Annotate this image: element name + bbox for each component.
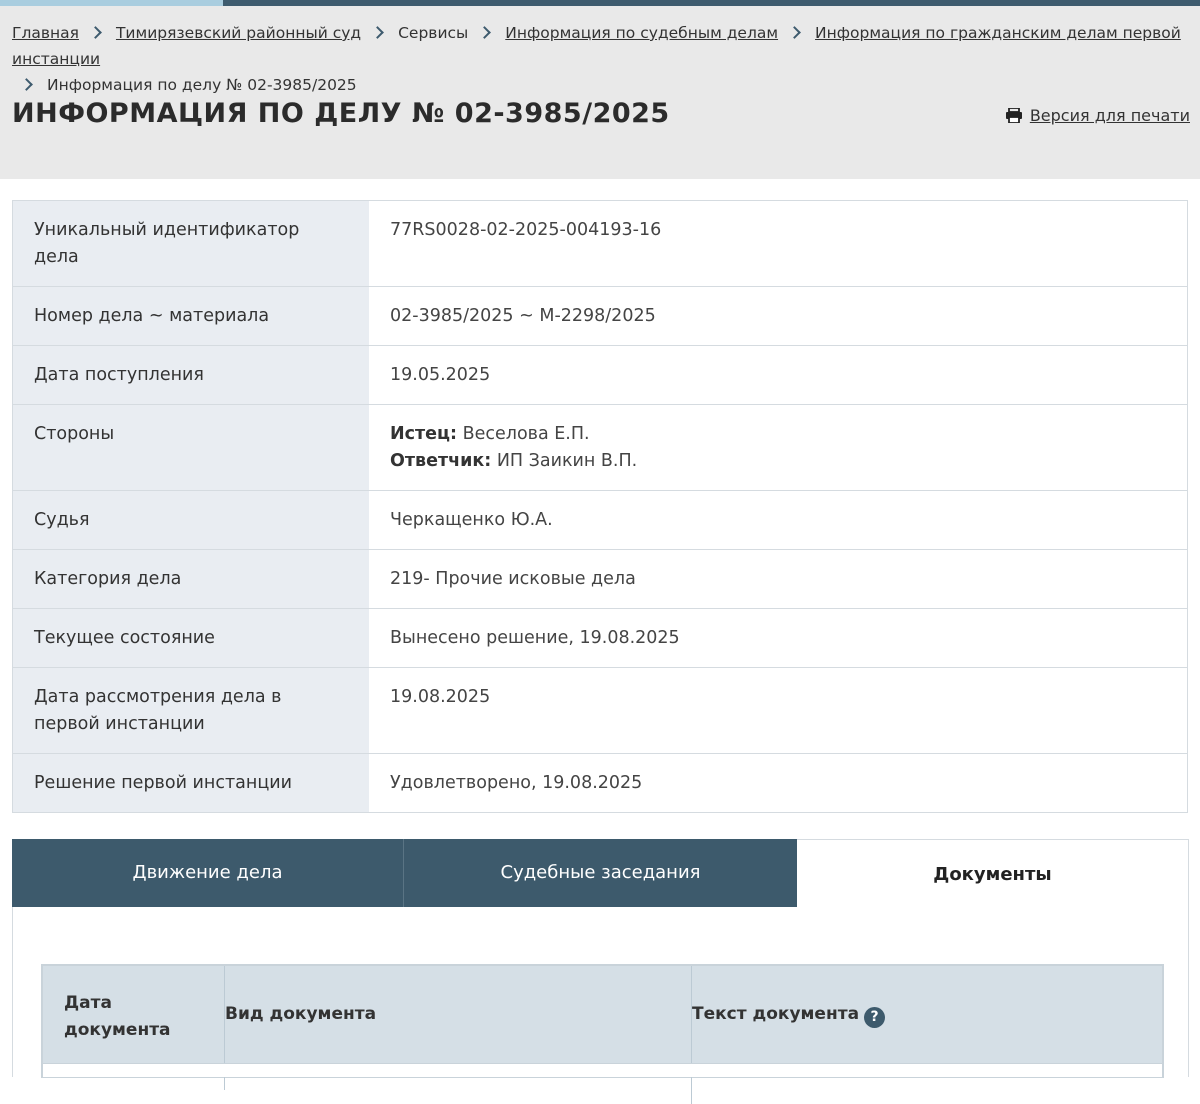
chevron-right-icon — [478, 26, 492, 39]
chevron-right-icon — [788, 26, 801, 39]
column-header-label: Текст документа — [692, 1004, 860, 1024]
party-name: ИП Заикин В.П. — [496, 451, 638, 471]
case-info-row: Категория дела 219- Прочие исковые дела — [12, 549, 1188, 609]
case-info-row: Дата поступления 19.05.2025 — [12, 345, 1188, 405]
case-info-row: Номер дела ~ материала 02-3985/2025 ~ М-… — [12, 286, 1188, 346]
case-info-key: Стороны — [12, 404, 369, 491]
case-info-table: Уникальный идентификатор дела 77RS0028-0… — [12, 200, 1188, 813]
case-info-value: Вынесено решение, 19.08.2025 — [369, 608, 1188, 668]
breadcrumb-services: Сервисы — [398, 24, 469, 42]
breadcrumb-current: Информация по делу № 02-3985/2025 — [47, 76, 357, 94]
help-icon[interactable]: ? — [864, 1007, 886, 1028]
tab-case-movement[interactable]: Движение дела — [12, 839, 404, 907]
case-info-key: Дата поступления — [12, 345, 369, 405]
column-header-document-type: Вид документа — [204, 966, 692, 1104]
case-info-key: Категория дела — [12, 549, 369, 609]
breadcrumb-case-info[interactable]: Информация по судебным делам — [505, 24, 778, 42]
party-name: Веселова Е.П. — [462, 424, 590, 444]
breadcrumb-court[interactable]: Тимирязевский районный суд — [116, 24, 361, 42]
case-info-row: Текущее состояние Вынесено решение, 19.0… — [12, 608, 1188, 668]
breadcrumb-home[interactable]: Главная — [12, 24, 79, 42]
case-info-value: 19.05.2025 — [369, 345, 1188, 405]
case-info-row: Стороны Истец: Веселова Е.П. Ответчик: И… — [12, 404, 1188, 491]
party-defendant: Ответчик: ИП Заикин В.П. — [390, 448, 1166, 475]
page-title: Информация по делу № 02-3985/2025 — [12, 98, 670, 129]
case-info-value: 02-3985/2025 ~ М-2298/2025 — [369, 286, 1188, 346]
case-info-parties: Истец: Веселова Е.П. Ответчик: ИП Заикин… — [369, 404, 1188, 491]
case-info-key: Решение первой инстанции — [12, 753, 369, 813]
case-info-row: Судья Черкащенко Ю.А. — [12, 490, 1188, 550]
table-body-top — [43, 1063, 1162, 1077]
documents-table: Дата документа Вид документа Текст докум… — [41, 964, 1164, 1104]
case-info-value: 77RS0028-02-2025-004193-16 — [369, 200, 1188, 287]
print-version[interactable]: Версия для печати — [1005, 106, 1190, 125]
case-info-row: Уникальный идентификатор дела 77RS0028-0… — [12, 200, 1188, 287]
print-version-link[interactable]: Версия для печати — [1030, 106, 1190, 125]
case-info-value: 19.08.2025 — [369, 667, 1188, 754]
case-info-key: Уникальный идентификатор дела — [12, 200, 369, 287]
case-info-key: Судья — [12, 490, 369, 550]
case-info-row: Решение первой инстанции Удовлетворено, … — [12, 753, 1188, 813]
case-info-row: Дата рассмотрения дела в первой инстанци… — [12, 667, 1188, 754]
tab-court-sessions[interactable]: Судебные заседания — [404, 839, 797, 907]
breadcrumb: Главная Тимирязевский районный суд Сервисы… — [12, 20, 1192, 98]
chevron-right-icon — [20, 78, 33, 91]
chevron-right-icon — [371, 26, 384, 39]
party-role: Истец: — [390, 424, 458, 444]
case-info-key: Текущее состояние — [12, 608, 369, 668]
printer-icon — [1005, 108, 1022, 123]
party-plaintiff: Истец: Веселова Е.П. — [390, 421, 1166, 448]
case-info-key: Дата рассмотрения дела в первой инстанци… — [12, 667, 369, 754]
tab-documents[interactable]: Документы — [797, 839, 1189, 908]
case-info-value: Черкащенко Ю.А. — [369, 490, 1188, 550]
column-header-document-text: Текст документа? — [671, 966, 1162, 1104]
case-tabs: Движение дела Судебные заседания Докумен… — [12, 839, 1189, 908]
case-info-value: Удовлетворено, 19.08.2025 — [369, 753, 1188, 813]
chevron-right-icon — [89, 26, 102, 39]
case-info-value: 219- Прочие исковые дела — [369, 549, 1188, 609]
party-role: Ответчик: — [390, 451, 492, 471]
case-info-key: Номер дела ~ материала — [12, 286, 369, 346]
